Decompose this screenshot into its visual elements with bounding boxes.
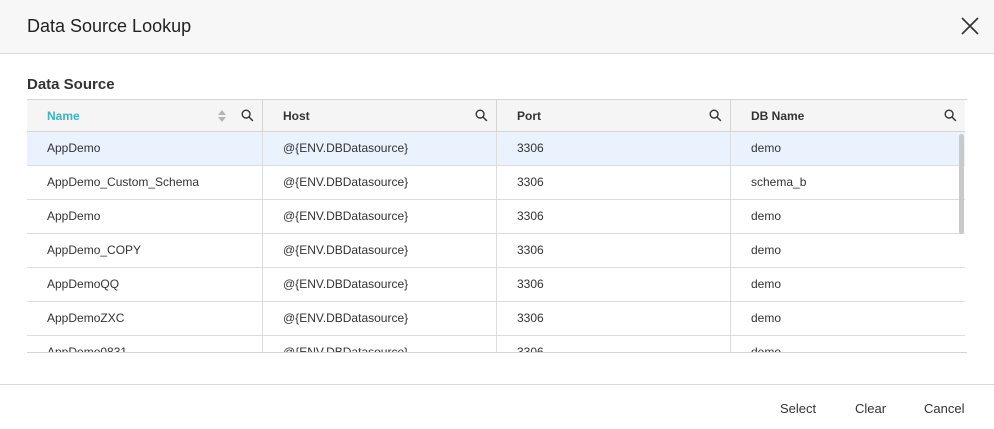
cell-host: @{ENV.DBDatasource} xyxy=(263,268,497,302)
table-row[interactable]: AppDemo_COPY @{ENV.DBDatasource} 3306 de… xyxy=(27,234,965,268)
cell-port: 3306 xyxy=(497,200,731,234)
cell-db-name: demo xyxy=(751,277,782,291)
dialog-header: Data Source Lookup xyxy=(0,0,994,54)
cell-db-name: demo xyxy=(751,311,782,325)
cell-name: AppDemo_COPY xyxy=(27,234,263,268)
cell-port: 3306 xyxy=(497,336,731,352)
cell-host: @{ENV.DBDatasource} xyxy=(263,132,497,166)
search-icon[interactable] xyxy=(709,109,722,122)
clear-button[interactable]: Clear xyxy=(855,401,886,416)
column-label-db-name: DB Name xyxy=(751,109,805,123)
close-icon[interactable] xyxy=(958,14,982,38)
column-label-port: Port xyxy=(517,109,541,123)
cell-port: 3306 xyxy=(497,302,731,336)
cell-db-name: demo xyxy=(751,141,782,155)
cancel-button[interactable]: Cancel xyxy=(924,401,964,416)
cell-db-name: schema_b xyxy=(751,175,807,189)
cell-port: 3306 xyxy=(497,234,731,268)
cell-name: AppDemo xyxy=(27,132,263,166)
cell-port: 3306 xyxy=(497,132,731,166)
cell-host: @{ENV.DBDatasource} xyxy=(263,200,497,234)
cell-host: @{ENV.DBDatasource} xyxy=(263,234,497,268)
cell-db-name: demo xyxy=(751,209,782,223)
cell-host: @{ENV.DBDatasource} xyxy=(263,166,497,200)
footer-divider xyxy=(0,384,994,385)
table-row[interactable]: AppDemo_Custom_Schema @{ENV.DBDatasource… xyxy=(27,166,965,200)
column-header-host[interactable]: Host xyxy=(263,100,497,132)
sort-icon[interactable] xyxy=(217,109,227,123)
column-header-name[interactable]: Name xyxy=(27,100,263,132)
vertical-scrollbar[interactable] xyxy=(959,134,964,234)
table-row[interactable]: AppDemoQQ @{ENV.DBDatasource} 3306 demo xyxy=(27,268,965,302)
cell-name: AppDemo_Custom_Schema xyxy=(27,166,263,200)
cell-port: 3306 xyxy=(497,268,731,302)
table-row[interactable]: AppDemo0831 @{ENV.DBDatasource} 3306 dem… xyxy=(27,336,965,353)
cell-name: AppDemoZXC xyxy=(27,302,263,336)
data-source-table: Name Host Port DB Name AppDemo @{ENV.DBD… xyxy=(27,99,967,353)
select-button[interactable]: Select xyxy=(780,401,816,416)
search-icon[interactable] xyxy=(475,109,488,122)
search-icon[interactable] xyxy=(241,109,254,122)
column-label-host: Host xyxy=(283,109,310,123)
cell-name: AppDemo xyxy=(27,200,263,234)
section-label: Data Source xyxy=(27,76,115,93)
column-header-port[interactable]: Port xyxy=(497,100,731,132)
cell-host: @{ENV.DBDatasource} xyxy=(263,336,497,352)
cell-db-name: demo xyxy=(751,243,782,257)
cell-db-name: demo xyxy=(751,345,782,353)
cell-port: 3306 xyxy=(497,166,731,200)
cell-host: @{ENV.DBDatasource} xyxy=(263,302,497,336)
data-source-lookup-dialog: Data Source Lookup Data Source Name Host xyxy=(0,0,994,429)
dialog-title: Data Source Lookup xyxy=(27,16,192,36)
table-row[interactable]: AppDemoZXC @{ENV.DBDatasource} 3306 demo xyxy=(27,302,965,336)
table-row[interactable]: AppDemo @{ENV.DBDatasource} 3306 demo xyxy=(27,132,965,166)
cell-name: AppDemoQQ xyxy=(27,268,263,302)
column-label-name: Name xyxy=(47,109,80,123)
column-header-db-name[interactable]: DB Name xyxy=(731,100,965,132)
cell-name: AppDemo0831 xyxy=(27,336,263,352)
table-row[interactable]: AppDemo @{ENV.DBDatasource} 3306 demo xyxy=(27,200,965,234)
search-icon[interactable] xyxy=(944,109,957,122)
table-header: Name Host Port DB Name xyxy=(27,100,965,132)
